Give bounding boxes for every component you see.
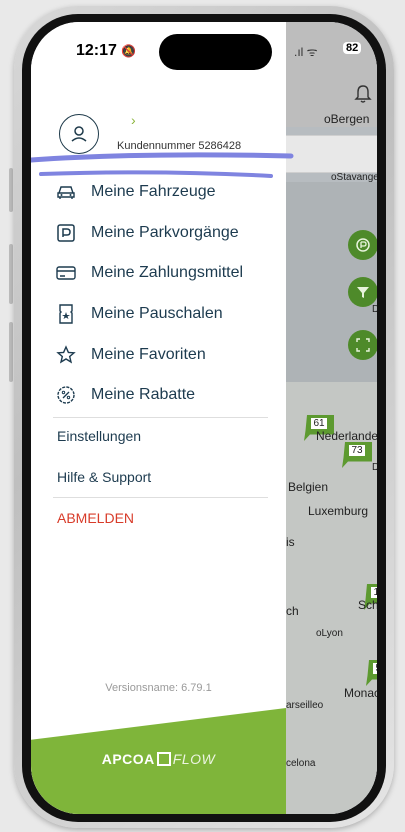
card-icon xyxy=(55,262,77,284)
menu-item-rabatte[interactable]: Meine Rabatte xyxy=(55,381,195,409)
divider xyxy=(53,417,268,418)
menu-item-pauschalen[interactable]: Meine Pauschalen xyxy=(55,300,223,328)
chevron-right-icon[interactable]: › xyxy=(131,112,136,128)
device-side-button xyxy=(9,322,13,382)
map-label-stavanger: oStavanger xyxy=(331,172,377,183)
menu-item-hilfe[interactable]: Hilfe & Support xyxy=(57,469,151,485)
screen: oBergen oStavanger D 61 Nederlande 73 D … xyxy=(31,22,377,814)
filter-icon xyxy=(357,287,369,298)
map-label-bergen: oBergen xyxy=(324,112,370,126)
logo-mark-icon xyxy=(156,752,171,766)
signal-wifi-icon: .ıl ᯤ xyxy=(294,45,318,59)
divider xyxy=(53,497,268,498)
menu-item-favoriten[interactable]: Meine Favoriten xyxy=(55,341,206,369)
ticket-icon xyxy=(55,303,77,325)
side-drawer: APCOA FLOW › Kundennummer 5286428 Meine F… xyxy=(31,22,294,814)
map-label-is: is xyxy=(286,535,295,549)
map-label-luxemburg: Luxemburg xyxy=(308,504,369,518)
menu-item-parkvorgaenge[interactable]: Meine Parkvorgänge xyxy=(55,219,239,247)
status-time: 12:17 🔕 xyxy=(76,42,137,59)
map-label-barcelona: celona xyxy=(286,758,316,769)
brand-logo: APCOA FLOW xyxy=(101,751,216,767)
discount-icon xyxy=(55,384,77,406)
dynamic-island xyxy=(159,34,272,70)
menu-item-einstellungen[interactable]: Einstellungen xyxy=(57,428,141,444)
device-side-button xyxy=(9,244,13,304)
star-icon xyxy=(55,344,77,366)
scan-icon xyxy=(356,338,370,352)
battery-indicator: 82 xyxy=(343,42,362,54)
parking-icon xyxy=(55,222,77,244)
logout-button[interactable]: ABMELDEN xyxy=(57,510,134,526)
car-icon xyxy=(55,181,77,203)
mute-icon: 🔕 xyxy=(121,44,137,58)
map-label-ch: ch xyxy=(286,604,299,618)
map-label-d: D xyxy=(372,462,377,473)
map-label-lyon: oLyon xyxy=(316,628,343,639)
map-label-d: D xyxy=(372,304,377,315)
device-frame: oBergen oStavanger D 61 Nederlande 73 D … xyxy=(0,0,405,832)
parking-filter-button[interactable] xyxy=(348,230,377,260)
menu-item-fahrzeuge[interactable]: Meine Fahrzeuge xyxy=(55,178,216,206)
parking-icon xyxy=(356,238,370,252)
map-label-monaco: Monaco xyxy=(344,686,377,700)
map-label-nederland: Nederlande xyxy=(316,429,377,443)
version-label: Versionsname: 6.79.1 xyxy=(105,682,212,694)
map-label-marseille: arseilleo xyxy=(286,700,324,711)
map-label-schweiz: Schwe xyxy=(358,598,377,612)
bell-icon[interactable] xyxy=(354,84,372,104)
redaction-scribble xyxy=(31,152,294,178)
scan-button[interactable] xyxy=(348,330,377,360)
map-label-belgien: Belgien xyxy=(288,480,329,494)
menu-item-zahlungsmittel[interactable]: Meine Zahlungsmittel xyxy=(55,259,243,287)
filter-button[interactable] xyxy=(348,277,377,307)
device-side-button xyxy=(9,168,13,212)
